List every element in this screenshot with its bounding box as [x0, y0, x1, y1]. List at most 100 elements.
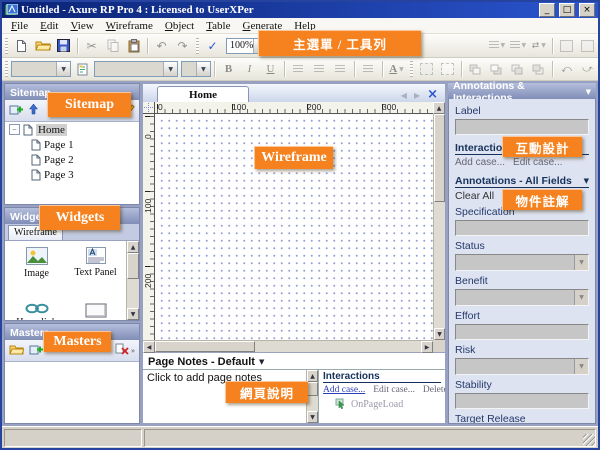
tab-home[interactable]: Home — [157, 86, 249, 102]
delete-master-button[interactable] — [115, 343, 129, 358]
tree-item-page1[interactable]: Page 1 — [5, 137, 139, 152]
masters-list[interactable] — [5, 362, 139, 423]
widget-item-hyperlink[interactable]: Hyperlink — [7, 303, 66, 320]
save-button[interactable] — [54, 36, 73, 55]
tree-item-label[interactable]: Home — [36, 124, 67, 136]
paste-button[interactable] — [124, 36, 143, 55]
toolbar-grip[interactable] — [196, 38, 199, 54]
tree-item-page3[interactable]: Page 3 — [5, 167, 139, 182]
add-master-button[interactable] — [29, 343, 44, 358]
close-button[interactable]: × — [579, 3, 595, 17]
bullet-list-button[interactable] — [359, 60, 378, 79]
minimize-button[interactable]: _ — [539, 3, 555, 17]
font-color-button[interactable]: A▼ — [387, 60, 406, 79]
all-fields-caret-icon[interactable]: ▼ — [584, 177, 589, 185]
send-to-back-button[interactable] — [487, 60, 506, 79]
scroll-down-button[interactable]: ▼ — [307, 411, 318, 423]
scrollbar-thumb[interactable] — [434, 114, 445, 202]
tree-item-label[interactable]: Page 2 — [44, 154, 74, 166]
widgets-scrollbar[interactable]: ▲ ▼ — [126, 241, 139, 320]
menu-edit[interactable]: Edit — [34, 20, 64, 32]
page-notes-caret-icon[interactable]: ▼ — [259, 358, 264, 366]
scrollbar-thumb[interactable] — [127, 253, 139, 279]
add-case-link[interactable]: Add case... — [323, 385, 365, 395]
bring-forward-button[interactable] — [508, 60, 527, 79]
arrow-style-button[interactable]: ⇄▼ — [529, 36, 548, 55]
widget-item-text-panel[interactable]: Text Panel — [66, 247, 125, 279]
benefit-select[interactable]: ▼ — [455, 289, 589, 306]
menu-object[interactable]: Object — [159, 20, 200, 32]
widget-item-rectangle[interactable]: Rectangle — [66, 303, 125, 320]
canvas-scroll-left-button[interactable]: ◀ — [143, 341, 155, 353]
bold-button[interactable]: B — [219, 60, 238, 79]
specification-input[interactable] — [455, 220, 589, 236]
menu-view[interactable]: View — [64, 20, 99, 32]
page-notes-title[interactable]: Page Notes - Default — [148, 356, 255, 368]
risk-select[interactable]: ▼ — [455, 358, 589, 375]
scroll-down-button[interactable]: ▼ — [127, 308, 139, 320]
menu-table[interactable]: Table — [200, 20, 236, 32]
group-button[interactable] — [417, 60, 436, 79]
align-text-left-button[interactable] — [289, 60, 308, 79]
spell-check-button[interactable]: ✓ — [203, 36, 222, 55]
redo-button[interactable]: ↷ — [173, 36, 192, 55]
stability-input[interactable] — [455, 393, 589, 409]
inspector-header[interactable]: Annotations & Interactions ▼ — [448, 83, 596, 99]
underline-button[interactable]: U — [261, 60, 280, 79]
edit-style-button[interactable] — [73, 60, 92, 79]
rotate-left-button[interactable]: ⤺ — [557, 60, 576, 79]
toolbar-grip[interactable] — [5, 38, 8, 54]
open-master-button[interactable] — [9, 343, 24, 358]
tree-item-page2[interactable]: Page 2 — [5, 152, 139, 167]
rotate-right-button[interactable]: ⤻ — [578, 60, 597, 79]
edit-case-link[interactable]: Edit case... — [373, 385, 415, 395]
add-case-link[interactable]: Add case... — [455, 157, 505, 168]
scroll-up-button[interactable]: ▲ — [307, 370, 318, 382]
undo-button[interactable]: ↶ — [152, 36, 171, 55]
next-tab-button[interactable]: ▶ — [414, 91, 420, 100]
onpageload-event-row[interactable]: OnPageLoad — [335, 398, 441, 410]
toolbar-grip[interactable] — [5, 61, 8, 77]
scrollbar-thumb[interactable] — [307, 382, 318, 396]
bring-to-front-button[interactable] — [466, 60, 485, 79]
open-button[interactable] — [33, 36, 52, 55]
tree-item-home[interactable]: − Home — [5, 122, 139, 137]
new-button[interactable] — [12, 36, 31, 55]
dropdown-arrow-icon[interactable]: ▼ — [574, 359, 588, 374]
border-style-button[interactable]: ▼ — [487, 36, 506, 55]
send-backward-button[interactable] — [529, 60, 548, 79]
label-field-input[interactable] — [455, 119, 589, 135]
menu-file[interactable]: File — [5, 20, 34, 32]
ungroup-button[interactable] — [438, 60, 457, 79]
edit-case-link[interactable]: Edit case... — [513, 157, 562, 168]
collapse-expander-icon[interactable]: − — [9, 124, 20, 135]
scrollbar-thumb[interactable] — [155, 341, 255, 352]
previous-tab-button[interactable]: ◀ — [401, 91, 407, 100]
copy-button[interactable] — [103, 36, 122, 55]
toolbar-grip[interactable] — [410, 61, 413, 77]
canvas-vertical-scrollbar[interactable]: ▼ — [433, 114, 445, 340]
align-text-right-button[interactable] — [331, 60, 350, 79]
canvas-scroll-down-button[interactable]: ▼ — [434, 328, 445, 340]
move-page-up-button[interactable] — [29, 104, 38, 118]
canvas-scroll-up-button[interactable]: ▲ — [433, 102, 445, 114]
align-objects-center-button[interactable] — [578, 36, 597, 55]
scroll-up-button[interactable]: ▲ — [127, 241, 139, 253]
delete-case-link[interactable]: Delete case... — [423, 385, 445, 395]
maximize-button[interactable]: □ — [559, 3, 575, 17]
dropdown-arrow-icon[interactable]: ▼ — [574, 290, 588, 305]
canvas-scroll-right-button[interactable]: ▶ — [421, 341, 433, 353]
italic-button[interactable]: I — [240, 60, 259, 79]
all-fields-section-header[interactable]: Annotations - All Fields ▼ — [455, 175, 589, 188]
dropdown-arrow-icon[interactable]: ▼ — [574, 255, 588, 270]
style-combobox[interactable]: ▼ — [11, 61, 71, 77]
canvas-horizontal-scrollbar[interactable]: ◀ ▶ — [143, 340, 433, 352]
align-text-center-button[interactable] — [310, 60, 329, 79]
add-page-button[interactable] — [9, 103, 24, 118]
cut-button[interactable]: ✂ — [82, 36, 101, 55]
status-select[interactable]: ▼ — [455, 254, 589, 271]
resize-grip[interactable] — [583, 434, 595, 446]
widget-item-image[interactable]: Image — [7, 247, 66, 279]
line-style-button[interactable]: ▼ — [508, 36, 527, 55]
panel-overflow-button[interactable]: » — [131, 346, 135, 355]
